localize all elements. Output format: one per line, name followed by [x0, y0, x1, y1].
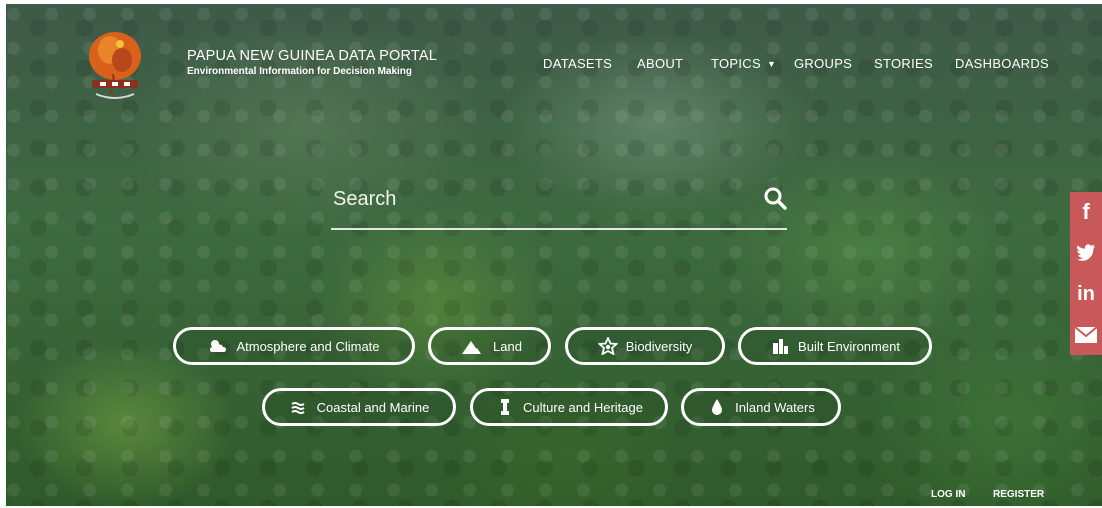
- category-atmosphere-label: Atmosphere and Climate: [236, 338, 380, 354]
- category-built-environment-button[interactable]: Built Environment: [738, 327, 932, 365]
- biodiversity-icon: [597, 337, 618, 355]
- category-culture-label: Culture and Heritage: [523, 399, 643, 415]
- category-biodiversity-label: Biodiversity: [625, 338, 693, 354]
- hero-background: PAPUA NEW GUINEA DATA PORTAL Environment…: [6, 4, 1102, 506]
- waves-icon: [291, 402, 305, 414]
- category-atmosphere-button[interactable]: Atmosphere and Climate: [173, 327, 415, 365]
- mountain-icon: [462, 341, 482, 354]
- social-share-bar: f in: [1070, 192, 1102, 355]
- login-link[interactable]: LOG IN: [931, 489, 965, 500]
- nav-topics[interactable]: TOPICS ▼: [711, 56, 776, 71]
- search-icon[interactable]: [763, 186, 787, 210]
- category-built-environment-label: Built Environment: [798, 338, 900, 354]
- search-bar: [331, 180, 787, 230]
- facebook-icon[interactable]: f: [1070, 192, 1102, 232]
- water-drop-icon: [712, 399, 723, 415]
- twitter-icon[interactable]: [1070, 232, 1102, 272]
- category-inland-waters-button[interactable]: Inland Waters: [681, 388, 841, 426]
- nav-datasets[interactable]: DATASETS: [543, 56, 612, 71]
- nav-topics-label: TOPICS: [711, 56, 761, 71]
- envelope-icon[interactable]: [1070, 315, 1102, 355]
- linkedin-icon[interactable]: in: [1070, 274, 1102, 314]
- nav-about[interactable]: ABOUT: [637, 56, 683, 71]
- category-land-label: Land: [493, 338, 522, 354]
- twitter-bird-icon: [1076, 244, 1096, 261]
- buildings-icon: [773, 339, 789, 354]
- nav-dashboards[interactable]: DASHBOARDS: [955, 56, 1049, 71]
- category-land-button[interactable]: Land: [428, 327, 551, 365]
- category-coastal-button[interactable]: Coastal and Marine: [262, 388, 456, 426]
- register-link[interactable]: REGISTER: [993, 489, 1044, 500]
- nav-stories[interactable]: STORIES: [874, 56, 933, 71]
- category-biodiversity-button[interactable]: Biodiversity: [565, 327, 725, 365]
- category-culture-button[interactable]: Culture and Heritage: [470, 388, 668, 426]
- chevron-down-icon: ▼: [766, 59, 777, 69]
- cloud-sun-icon: [210, 340, 227, 352]
- category-inland-waters-label: Inland Waters: [735, 399, 815, 415]
- category-coastal-label: Coastal and Marine: [316, 399, 430, 415]
- search-input[interactable]: [331, 180, 745, 218]
- forest-texture: [6, 4, 1102, 506]
- mail-icon: [1075, 327, 1097, 343]
- main-nav: DATASETS ABOUT TOPICS ▼ GROUPS STORIES DA…: [6, 56, 1102, 76]
- totem-icon: [501, 399, 510, 415]
- nav-groups[interactable]: GROUPS: [794, 56, 852, 71]
